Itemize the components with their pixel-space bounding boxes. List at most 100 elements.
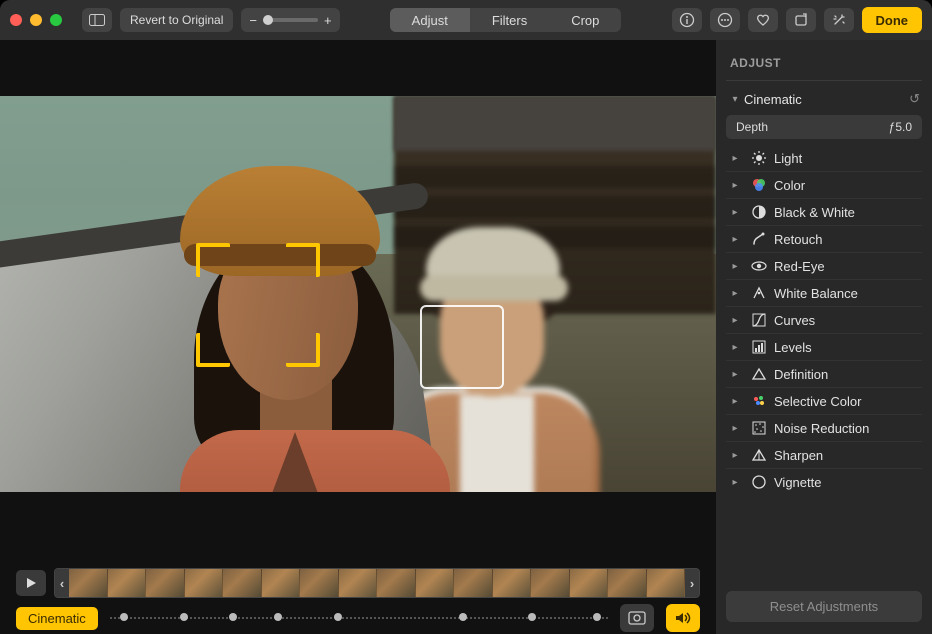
adjustment-noise-reduction[interactable]: ▸ Noise Reduction [726,414,922,441]
wand-icon [831,12,847,28]
adjustment-sharpen[interactable]: ▸ Sharpen [726,441,922,468]
edit-mode-tabs: Adjust Filters Crop [390,8,622,32]
adjustment-label: Red-Eye [774,259,825,274]
adjustment-levels[interactable]: ▸ Levels [726,333,922,360]
play-icon [25,577,37,589]
tab-filters[interactable]: Filters [470,8,549,32]
noise-reduction-icon [751,420,767,436]
zoom-in-icon: + [324,13,332,28]
heart-icon [755,12,771,28]
chevron-right-icon: ▸ [728,477,742,488]
cinematic-section-header[interactable]: ▾ Cinematic ↺ [726,81,922,113]
chevron-right-icon: ▸ [728,207,742,218]
adjustment-light[interactable]: ▸ Light [726,145,922,171]
rotate-button[interactable] [786,8,816,32]
done-button[interactable]: Done [862,7,923,33]
chevron-down-icon: ▾ [728,94,742,105]
adjustment-label: Definition [774,367,828,382]
chevron-right-icon: ▸ [728,288,742,299]
sharpen-icon [751,447,767,463]
sidebar-title: ADJUST [726,50,922,81]
video-canvas[interactable] [0,96,716,492]
cinematic-badge[interactable]: Cinematic [16,607,98,630]
adjustment-label: Noise Reduction [774,421,869,436]
sidebar-toggle-button[interactable] [82,8,112,32]
auto-enhance-button[interactable] [824,8,854,32]
play-button[interactable] [16,570,46,596]
definition-icon [751,366,767,382]
adjustment-white-balance[interactable]: ▸ White Balance [726,279,922,306]
zoom-slider-thumb[interactable] [263,15,273,25]
reset-cinematic-button[interactable]: ↺ [909,91,920,107]
chevron-right-icon: ▸ [728,423,742,434]
window-controls [10,14,62,26]
reset-adjustments-button[interactable]: Reset Adjustments [726,591,922,622]
white-balance-icon [751,285,767,301]
close-window-button[interactable] [10,14,22,26]
adjustment-label: Light [774,151,802,166]
more-button[interactable] [710,8,740,32]
info-icon [679,12,695,28]
timeline-filmstrip[interactable]: ‹ › [54,568,700,598]
adjustment-label: Color [774,178,805,193]
info-button[interactable] [672,8,702,32]
adjustment-definition[interactable]: ▸ Definition [726,360,922,387]
adjustment-red-eye[interactable]: ▸ Red-Eye [726,252,922,279]
adjustment-curves[interactable]: ▸ Curves [726,306,922,333]
color-icon [751,177,767,193]
tab-crop[interactable]: Crop [549,8,621,32]
fullscreen-window-button[interactable] [50,14,62,26]
adjustment-label: Curves [774,313,815,328]
zoom-slider-track[interactable] [263,18,318,22]
chevron-right-icon: ▸ [728,153,742,164]
adjustments-list: ▸ Light ▸ Color ▸ Black & White ▸ Retouch ▸ Red-E… [726,145,922,495]
editor-main: ‹ › Cinematic [0,40,716,634]
focus-target-icon [628,611,646,625]
trim-end-handle[interactable]: › [685,568,699,598]
adjustment-selective-color[interactable]: ▸Selective Color [726,387,922,414]
secondary-focus-indicator[interactable] [420,305,504,389]
manual-focus-button[interactable] [620,604,654,632]
cinematic-label: Cinematic [744,92,802,107]
timeline-frames[interactable] [69,569,685,597]
chevron-right-icon: ▸ [728,180,742,191]
tab-adjust[interactable]: Adjust [390,8,470,32]
chevron-right-icon: ▸ [728,234,742,245]
zoom-out-icon: − [249,13,257,28]
adjustment-label: Selective Color [774,394,861,409]
revert-button[interactable]: Revert to Original [120,8,233,32]
primary-focus-indicator[interactable] [196,243,320,367]
adjustment-label: Retouch [774,232,822,247]
zoom-control[interactable]: − + [241,8,339,32]
titlebar: Revert to Original − + Adjust Filters Cr… [0,0,932,40]
adjustment-color[interactable]: ▸ Color [726,171,922,198]
audio-button[interactable] [666,604,700,632]
chevron-right-icon: ▸ [728,342,742,353]
adjustment-black-white[interactable]: ▸ Black & White [726,198,922,225]
adjustment-retouch[interactable]: ▸ Retouch [726,225,922,252]
adjustment-label: Black & White [774,205,855,220]
curves-icon [751,312,767,328]
depth-value: ƒ5.0 [889,120,912,134]
levels-icon [751,339,767,355]
chevron-right-icon: ▸ [728,369,742,380]
selective-color-icon [751,393,767,409]
black-white-icon [751,204,767,220]
vignette-icon [751,474,767,490]
trim-start-handle[interactable]: ‹ [55,568,69,598]
depth-control[interactable]: Depth ƒ5.0 [726,115,922,139]
focus-keyframe-track[interactable] [110,612,608,624]
chevron-right-icon: ▸ [728,450,742,461]
adjustment-label: White Balance [774,286,858,301]
adjustment-vignette[interactable]: ▸Vignette [726,468,922,495]
adjust-sidebar: ADJUST ▾ Cinematic ↺ Depth ƒ5.0 ▸ Light ▸ C… [716,40,932,634]
light-icon [751,150,767,166]
red-eye-icon [751,258,767,274]
adjustment-label: Levels [774,340,812,355]
chevron-right-icon: ▸ [728,315,742,326]
adjustment-label: Sharpen [774,448,823,463]
chevron-right-icon: ▸ [728,261,742,272]
playback-controls: ‹ › Cinematic [0,560,716,634]
minimize-window-button[interactable] [30,14,42,26]
favorite-button[interactable] [748,8,778,32]
